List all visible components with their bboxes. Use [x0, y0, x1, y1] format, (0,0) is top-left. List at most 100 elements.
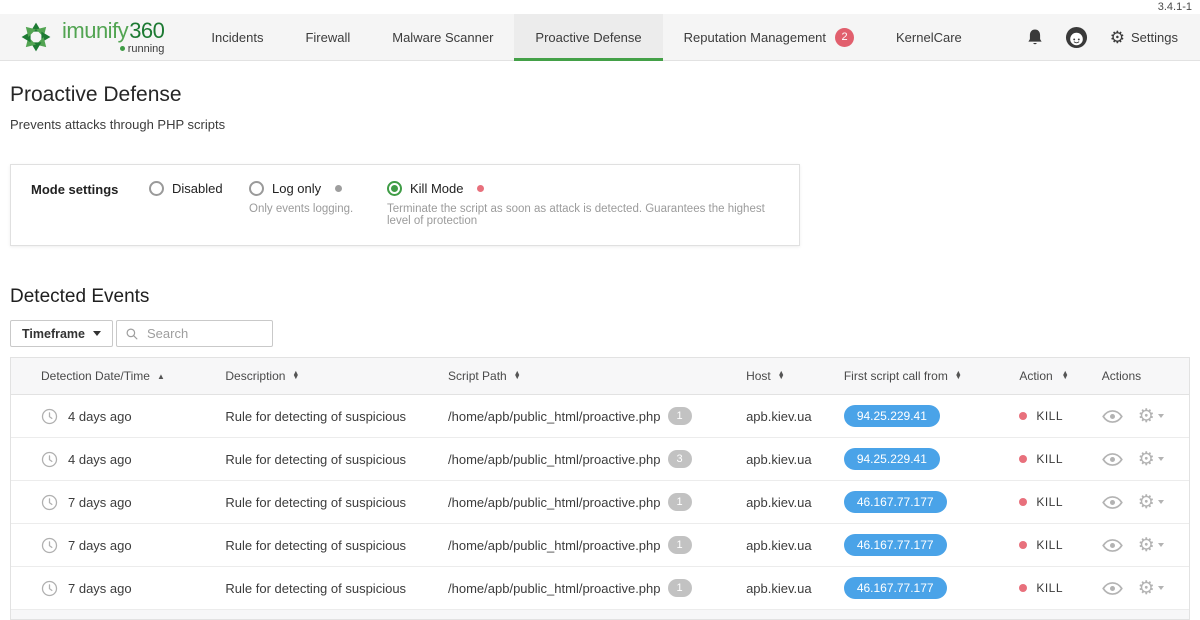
brand-name: imunify	[62, 18, 128, 43]
gear-dropdown[interactable]: ⚙	[1138, 579, 1164, 598]
sort-asc-icon: ▲	[157, 372, 165, 381]
running-label: running	[128, 43, 165, 55]
action-label: KILL	[1036, 581, 1063, 595]
logo[interactable]: imunify360 running	[0, 14, 190, 60]
search-input[interactable]	[145, 325, 263, 342]
count-badge: 1	[668, 579, 692, 597]
radio-log-only[interactable]: Log only	[249, 181, 387, 196]
detected-events-table: Detection Date/Time ▲ Description ▲▼ Scr…	[10, 357, 1190, 620]
ip-pill[interactable]: 94.25.229.41	[844, 448, 940, 470]
ip-pill[interactable]: 94.25.229.41	[844, 405, 940, 427]
brand-suffix: 360	[129, 18, 164, 43]
sort-icon: ▲▼	[292, 372, 299, 381]
table-footer-strip	[11, 610, 1189, 619]
eye-icon[interactable]	[1102, 582, 1123, 595]
nav-items: Incidents Firewall Malware Scanner Proac…	[190, 14, 982, 60]
nav-item-reputation-management[interactable]: Reputation Management 2	[663, 14, 875, 60]
chevron-down-icon	[1158, 500, 1164, 504]
timeframe-label: Timeframe	[22, 327, 85, 341]
script-path: /home/apb/public_html/proactive.php	[448, 452, 660, 467]
chevron-down-icon	[1158, 414, 1164, 418]
nav-item-label: Incidents	[211, 30, 263, 45]
detection-time: 7 days ago	[68, 581, 132, 596]
table-row: 4 days ago Rule for detecting of suspici…	[11, 438, 1189, 481]
count-badge: 1	[668, 493, 692, 511]
gear-dropdown[interactable]: ⚙	[1138, 450, 1164, 469]
radio-circle-icon	[149, 181, 164, 196]
radio-kill-mode[interactable]: Kill Mode	[387, 181, 779, 196]
column-header-host[interactable]: Host ▲▼	[746, 369, 844, 383]
gear-dropdown[interactable]: ⚙	[1138, 407, 1164, 426]
gear-icon: ⚙	[1138, 536, 1155, 555]
nav-item-label: KernelCare	[896, 30, 962, 45]
ip-pill[interactable]: 46.167.77.177	[844, 534, 947, 556]
radio-log-only-label: Log only	[272, 181, 321, 196]
clock-icon	[41, 408, 58, 425]
table-row: 4 days ago Rule for detecting of suspici…	[11, 395, 1189, 438]
clock-icon	[41, 580, 58, 597]
column-header-detection-time[interactable]: Detection Date/Time ▲	[11, 369, 225, 383]
nav-item-incidents[interactable]: Incidents	[190, 14, 284, 60]
eye-icon[interactable]	[1102, 410, 1123, 423]
gear-dropdown[interactable]: ⚙	[1138, 536, 1164, 555]
notification-count-badge: 2	[835, 28, 854, 47]
clock-icon	[41, 537, 58, 554]
clock-icon	[41, 451, 58, 468]
nav-item-proactive-defense[interactable]: Proactive Defense	[514, 14, 662, 60]
radio-disabled[interactable]: Disabled	[149, 181, 249, 196]
gear-dropdown[interactable]: ⚙	[1138, 493, 1164, 512]
settings-label: Settings	[1131, 30, 1178, 45]
action-label: KILL	[1036, 409, 1063, 423]
eye-icon[interactable]	[1102, 539, 1123, 552]
nav-item-kernelcare[interactable]: KernelCare	[875, 14, 983, 60]
chevron-down-icon	[1158, 543, 1164, 547]
chevron-down-icon	[93, 331, 101, 336]
script-path: /home/apb/public_html/proactive.php	[448, 581, 660, 596]
script-path: /home/apb/public_html/proactive.php	[448, 495, 660, 510]
chevron-down-icon	[1158, 457, 1164, 461]
bell-icon[interactable]	[1027, 28, 1043, 46]
support-avatar-icon[interactable]	[1065, 26, 1088, 49]
nav-item-label: Firewall	[305, 30, 350, 45]
log-only-status-dot-icon	[335, 185, 342, 192]
table-row: 7 days ago Rule for detecting of suspici…	[11, 567, 1189, 610]
host: apb.kiev.ua	[746, 452, 844, 467]
ip-pill[interactable]: 46.167.77.177	[844, 491, 947, 513]
detected-events-title: Detected Events	[10, 286, 1200, 308]
search-icon	[126, 327, 138, 341]
column-header-description[interactable]: Description ▲▼	[225, 369, 448, 383]
nav-item-malware-scanner[interactable]: Malware Scanner	[371, 14, 514, 60]
radio-disabled-label: Disabled	[172, 181, 223, 196]
host: apb.kiev.ua	[746, 581, 844, 596]
timeframe-dropdown[interactable]: Timeframe	[10, 320, 113, 347]
nav-item-firewall[interactable]: Firewall	[284, 14, 371, 60]
script-path: /home/apb/public_html/proactive.php	[448, 409, 660, 424]
mode-settings-card: Mode settings Disabled Log only Only eve…	[10, 164, 800, 246]
imunify-logo-icon	[18, 19, 54, 55]
page-subtitle: Prevents attacks through PHP scripts	[10, 117, 1200, 132]
kill-dot-icon	[1019, 584, 1027, 592]
action-label: KILL	[1036, 495, 1063, 509]
script-path: /home/apb/public_html/proactive.php	[448, 538, 660, 553]
gear-icon: ⚙	[1138, 407, 1155, 426]
column-header-actions: Actions	[1102, 369, 1189, 383]
column-header-action[interactable]: Action ▲▼	[1019, 369, 1101, 383]
search-box[interactable]	[116, 320, 273, 347]
page-title: Proactive Defense	[10, 83, 1200, 107]
kill-dot-icon	[1019, 498, 1027, 506]
column-header-first-call[interactable]: First script call from ▲▼	[844, 369, 1020, 383]
running-dot-icon	[120, 46, 125, 51]
detection-time: 4 days ago	[68, 409, 132, 424]
eye-icon[interactable]	[1102, 496, 1123, 509]
log-only-description: Only events logging.	[249, 203, 387, 215]
column-header-script-path[interactable]: Script Path ▲▼	[448, 369, 746, 383]
sort-icon: ▲▼	[778, 372, 785, 381]
eye-icon[interactable]	[1102, 453, 1123, 466]
kill-mode-status-dot-icon	[477, 185, 484, 192]
filter-row: Timeframe	[10, 320, 1190, 347]
ip-pill[interactable]: 46.167.77.177	[844, 577, 947, 599]
host: apb.kiev.ua	[746, 495, 844, 510]
settings-button[interactable]: ⚙ Settings	[1110, 29, 1178, 46]
status-running: running	[120, 43, 165, 55]
radio-circle-checked-icon	[387, 181, 402, 196]
